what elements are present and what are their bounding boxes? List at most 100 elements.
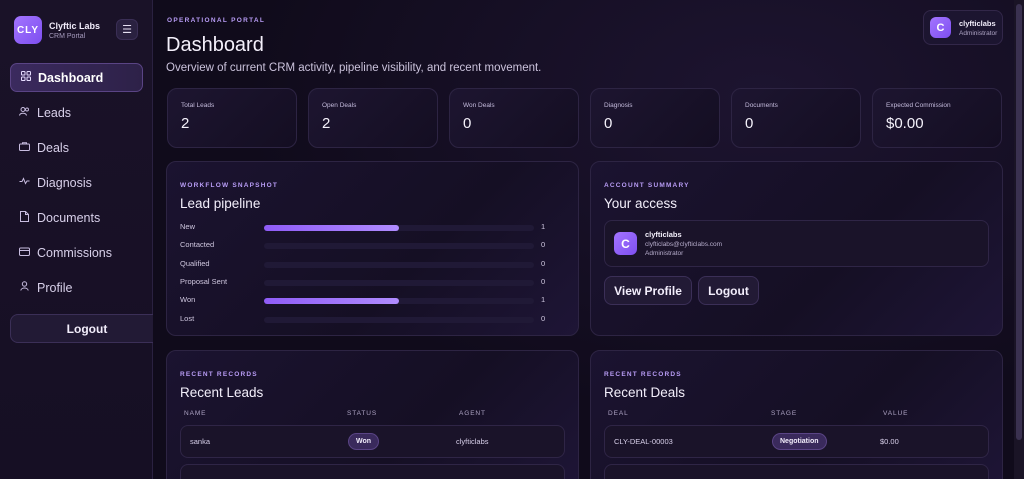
pipeline-stage-count: 0 <box>541 314 546 323</box>
sidebar-item-deals[interactable]: Deals <box>10 133 143 162</box>
pipeline-progress-fill <box>264 298 399 304</box>
user-icon <box>19 281 30 294</box>
table-row[interactable] <box>180 464 565 479</box>
stat-card-diagnosis: Diagnosis 0 <box>590 88 720 148</box>
sidebar-item-profile[interactable]: Profile <box>10 273 143 302</box>
stat-value: 0 <box>745 115 754 132</box>
sidebar-item-dashboard[interactable]: Dashboard <box>10 63 143 92</box>
account-name: clyfticlabs <box>645 230 682 239</box>
pipeline-row: Contacted 0 <box>180 240 550 252</box>
pipeline-stage-label: Contacted <box>180 240 215 249</box>
pipeline-stage-label: New <box>180 222 196 231</box>
sidebar-item-label: Leads <box>37 105 72 120</box>
stat-card-won-deals: Won Deals 0 <box>449 88 579 148</box>
pipeline-stage-count: 0 <box>541 259 546 268</box>
sidebar-item-diagnosis[interactable]: Diagnosis <box>10 168 143 197</box>
hamburger-icon: ☰ <box>122 24 132 36</box>
pipeline-progress-track <box>264 280 534 286</box>
card-title: Lead pipeline <box>180 196 261 211</box>
logout-button[interactable]: Logout <box>698 276 759 305</box>
brand-name: Clyftic Labs <box>49 20 101 31</box>
stage-badge: Negotiation <box>772 433 827 450</box>
users-icon <box>19 106 30 119</box>
stat-card-total-leads: Total Leads 2 <box>167 88 297 148</box>
pipeline-progress-track <box>264 317 534 323</box>
stat-card-documents: Documents 0 <box>731 88 861 148</box>
status-badge: Won <box>348 433 380 450</box>
table-row[interactable]: CLY-DEAL-00003 Negotiation $0.00 <box>604 425 989 458</box>
lead-agent: clyfticlabs <box>456 437 489 446</box>
lead-pipeline-card: WORKFLOW SNAPSHOT Lead pipeline New 1 Cont… <box>166 161 579 336</box>
column-header-status: STATUS <box>347 410 378 417</box>
column-header-stage: STAGE <box>771 410 798 417</box>
scrollbar-thumb[interactable] <box>1016 4 1022 440</box>
sidebar-item-label: Documents <box>37 210 101 225</box>
stat-label: Documents <box>745 102 778 109</box>
pipeline-stage-count: 1 <box>541 222 546 231</box>
pipeline-stage-label: Proposal Sent <box>180 277 228 286</box>
stat-label: Diagnosis <box>604 102 633 109</box>
sidebar-item-label: Profile <box>37 280 73 295</box>
card-kicker: RECENT RECORDS <box>604 371 682 378</box>
user-role: Administrator <box>959 29 998 37</box>
user-menu[interactable]: C clyfticlabs Administrator <box>923 10 1003 45</box>
menu-toggle-button[interactable]: ☰ <box>116 19 138 40</box>
pulse-icon <box>19 177 30 188</box>
recent-leads-card: RECENT RECORDS Recent Leads NAME STATUS … <box>166 350 579 479</box>
sidebar-logout-button[interactable]: Logout <box>10 314 164 343</box>
brand[interactable]: CLY Clyftic Labs CRM Portal <box>14 16 100 44</box>
account-summary-card: ACCOUNT SUMMARY Your access C clyfticlab… <box>590 161 1003 336</box>
sidebar-item-commissions[interactable]: Commissions <box>10 238 143 267</box>
sidebar-nav: Dashboard Leads Deals Diagnosis Document… <box>10 63 143 308</box>
briefcase-icon <box>19 141 30 154</box>
stat-card-expected-commission: Expected Commission $0.00 <box>872 88 1002 148</box>
stat-label: Expected Commission <box>886 102 951 109</box>
stat-label: Total Leads <box>181 102 215 109</box>
stat-label: Won Deals <box>463 102 495 109</box>
page-scrollbar[interactable] <box>1014 0 1024 479</box>
stat-value: 2 <box>322 115 331 132</box>
column-header-deal: DEAL <box>608 410 629 417</box>
user-name: clyfticlabs <box>959 18 996 28</box>
sidebar-item-label: Dashboard <box>38 70 104 85</box>
page-kicker: OPERATIONAL PORTAL <box>167 17 266 24</box>
pipeline-progress-track <box>264 262 534 268</box>
pipeline-row: Qualified 0 <box>180 259 550 271</box>
pipeline-row: Lost 0 <box>180 314 550 326</box>
deal-value: $0.00 <box>880 437 899 446</box>
column-header-name: NAME <box>184 410 207 417</box>
avatar: C <box>614 232 637 255</box>
stats-row: Total Leads 2 Open Deals 2 Won Deals 0 D… <box>167 88 1013 148</box>
pipeline-row: Proposal Sent 0 <box>180 277 550 289</box>
pipeline-progress-track <box>264 298 534 304</box>
card-kicker: RECENT RECORDS <box>180 371 258 378</box>
sidebar-item-leads[interactable]: Leads <box>10 98 143 127</box>
pipeline-stage-label: Lost <box>180 314 195 323</box>
main-content: OPERATIONAL PORTAL Dashboard Overview of… <box>153 0 1024 479</box>
sidebar-item-label: Diagnosis <box>37 175 92 190</box>
document-icon <box>19 210 30 225</box>
grid-icon <box>20 71 31 84</box>
pipeline-stage-count: 0 <box>541 240 546 249</box>
sidebar-item-documents[interactable]: Documents <box>10 203 143 232</box>
pipeline-stage-label: Won <box>180 295 196 304</box>
stat-value: 0 <box>604 115 613 132</box>
recent-deals-card: RECENT RECORDS Recent Deals DEAL STAGE V… <box>590 350 1003 479</box>
table-row[interactable] <box>604 464 989 479</box>
column-header-value: VALUE <box>883 410 909 417</box>
deal-id: CLY-DEAL-00003 <box>614 437 673 446</box>
account-email: clyfticlabs@clyfticlabs.com <box>645 241 723 248</box>
pipeline-progress-track <box>264 243 534 249</box>
card-title: Recent Deals <box>604 385 686 400</box>
sidebar-item-label: Deals <box>37 140 69 155</box>
pipeline-progress-track <box>264 225 534 231</box>
table-row[interactable]: sanka Won clyfticlabs <box>180 425 565 458</box>
sidebar: CLY Clyftic Labs CRM Portal ☰ Dashboard … <box>0 0 164 479</box>
view-profile-button[interactable]: View Profile <box>604 276 692 305</box>
pipeline-stage-label: Qualified <box>180 259 210 268</box>
pipeline-row: Won 1 <box>180 295 550 307</box>
page-title: Dashboard <box>166 34 264 56</box>
wallet-icon <box>19 247 30 259</box>
avatar: C <box>930 17 951 38</box>
stat-value: 2 <box>181 115 190 132</box>
